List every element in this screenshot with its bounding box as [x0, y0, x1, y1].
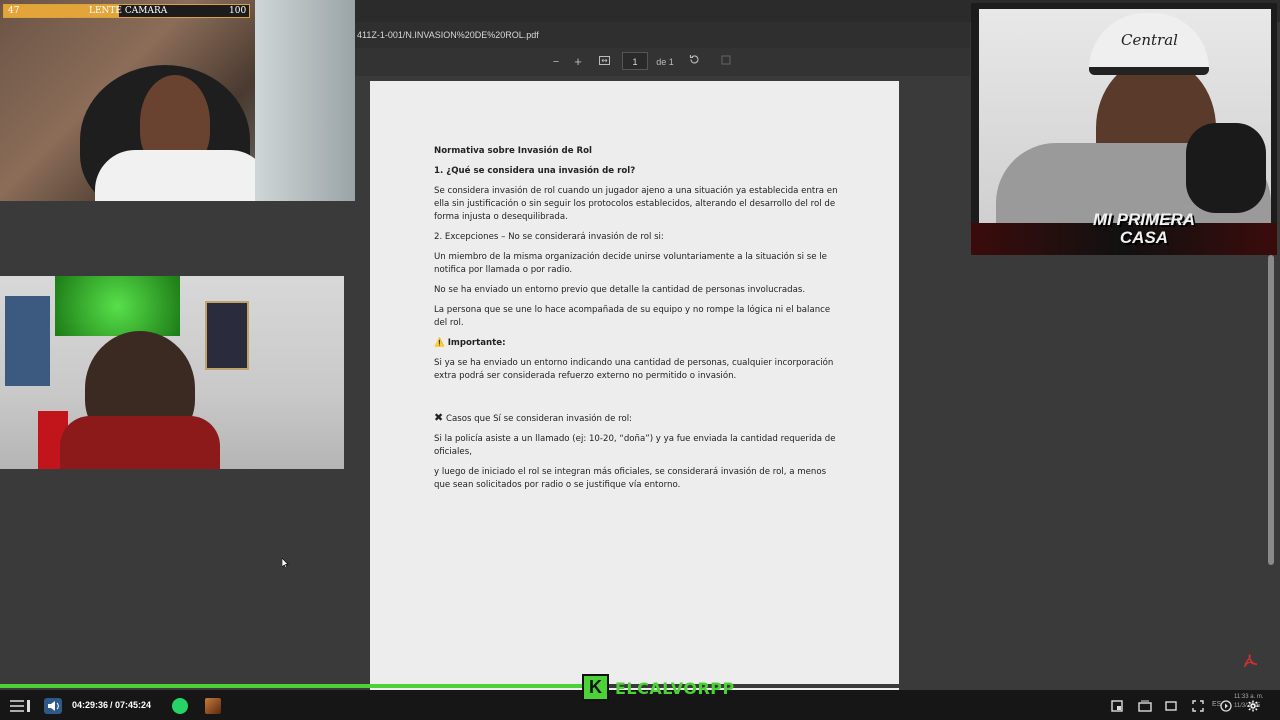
warning-icon: ⚠️ — [434, 338, 445, 348]
scrollbar[interactable] — [1266, 255, 1276, 685]
elapsed-time: 04:29:36 — [72, 700, 109, 710]
scrollbar-thumb[interactable] — [1268, 255, 1274, 565]
camera-lens-value: 47 — [8, 6, 20, 16]
shelf-shape — [255, 0, 355, 201]
camera-lens-bar: 47 LENTE CAMARA 100 — [3, 4, 250, 18]
microphone-shape — [1186, 123, 1266, 213]
brand-name: ELCALVORPP — [615, 679, 735, 698]
camera-lens-label: LENTE CAMARA — [89, 6, 168, 16]
page-total: de 1 — [656, 57, 674, 67]
pdf-filename: 411Z-1-001/N.INVASION%20DE%20ROL.pdf — [355, 22, 970, 48]
paragraph: y luego de iniciado el rol se integran m… — [434, 467, 827, 490]
cam-overlay-title: MI PRIMERA CASA — [1093, 210, 1195, 247]
more-options-icon[interactable] — [719, 54, 733, 70]
important-label: Importante: — [447, 338, 506, 348]
pdf-page: Normativa sobre Invasión de Rol 1. ¿Qué … — [370, 81, 899, 691]
webcam-feed-1 — [0, 0, 355, 201]
camera-lens-max: 100 — [229, 6, 247, 16]
mouse-cursor-icon — [281, 555, 289, 573]
acrobat-icon[interactable] — [1243, 654, 1258, 668]
shirt-shape — [95, 150, 270, 201]
captions-icon[interactable] — [1165, 699, 1177, 711]
section-heading: 2. Excepciones – No se considerará invas… — [434, 232, 664, 242]
green-light — [55, 276, 180, 336]
paragraph: Si la policía asiste a un llamado (ej: 1… — [434, 434, 836, 457]
cross-icon: ✖ — [434, 411, 444, 424]
cases-heading-label: Casos que Sí se consideran invasión de r… — [445, 414, 633, 424]
important-heading: ⚠️ Importante: — [434, 337, 839, 350]
list-item: No se ha enviado un entorno previo que d… — [434, 285, 806, 295]
pdf-toolbar: − + 1 de 1 — [355, 48, 970, 76]
cap-text: Central — [1121, 31, 1178, 49]
cases-heading: ✖ Casos que Sí se consideran invasión de… — [434, 411, 839, 426]
fit-page-icon[interactable] — [597, 54, 611, 70]
document-title: Normativa sobre Invasión de Rol — [434, 146, 592, 156]
section-heading: 1. ¿Qué se considera una invasión de rol… — [434, 166, 636, 176]
list-item: Un miembro de la misma organización deci… — [434, 252, 827, 275]
paragraph: Si ya se ha enviado un entorno indicando… — [434, 358, 834, 381]
brand-logo: K — [582, 674, 609, 701]
menu-icon[interactable] — [10, 699, 30, 712]
list-item: La persona que se une lo hace acompañada… — [434, 305, 831, 328]
zoom-in-button[interactable]: + — [571, 54, 585, 70]
window-icon[interactable] — [1138, 699, 1152, 712]
zoom-out-button[interactable]: − — [549, 54, 563, 70]
poster-left — [5, 296, 50, 386]
volume-icon[interactable] — [44, 698, 62, 714]
app-icon[interactable] — [205, 698, 221, 714]
document-body: Normativa sobre Invasión de Rol 1. ¿Qué … — [434, 145, 839, 492]
fullscreen-icon[interactable] — [1192, 699, 1204, 712]
webcam-feed-3: Central MI PRIMERA CASA — [971, 3, 1277, 255]
webcam-feed-2 — [0, 276, 344, 469]
shirt-shape — [60, 416, 220, 469]
total-time: / 07:45:24 — [110, 700, 152, 710]
poster-right — [205, 301, 249, 370]
stream-progress-fill — [0, 684, 589, 688]
screen-icon[interactable] — [1111, 699, 1123, 712]
gear-icon[interactable] — [1247, 699, 1259, 712]
paragraph: Se considera invasión de rol cuando un j… — [434, 186, 838, 222]
rotate-icon[interactable] — [687, 54, 701, 70]
page-number-input[interactable]: 1 — [622, 52, 648, 70]
play-icon[interactable] — [1220, 699, 1232, 712]
whatsapp-icon[interactable] — [172, 698, 188, 714]
